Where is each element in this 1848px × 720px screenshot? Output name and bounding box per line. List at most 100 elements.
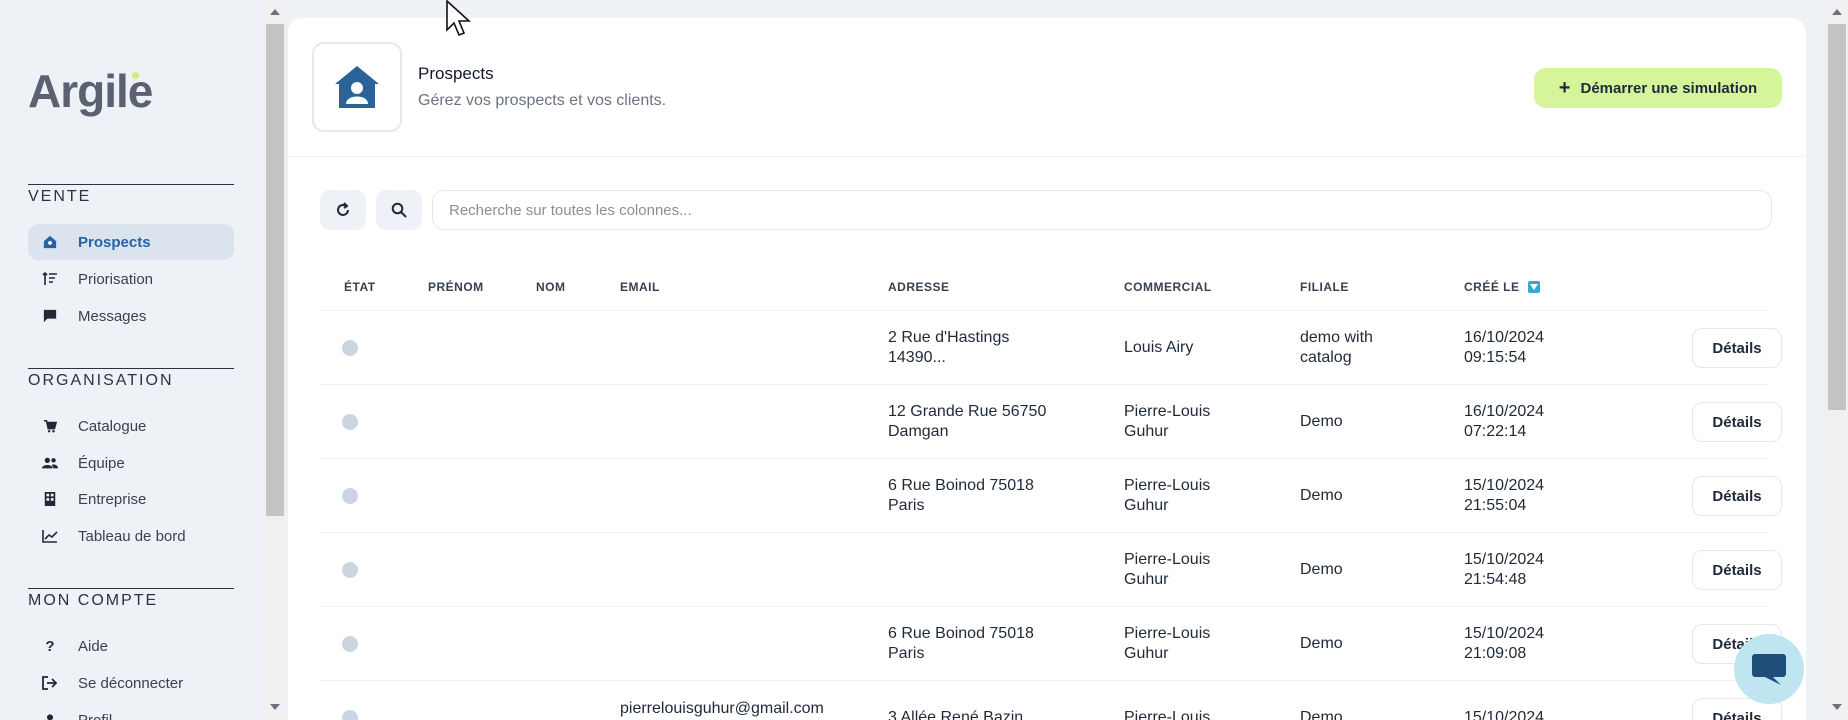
created-cell-line1: 16/10/2024 — [1464, 329, 1545, 346]
sidebar-item-catalogue[interactable]: Catalogue — [28, 408, 234, 444]
home-user-icon — [40, 235, 60, 249]
status-dot — [342, 562, 358, 578]
refresh-icon — [337, 202, 349, 216]
column-header-commercial[interactable]: COMMERCIAL — [1124, 280, 1212, 294]
details-button[interactable]: Détails — [1692, 476, 1782, 516]
scroll-up-arrow-icon[interactable] — [1832, 9, 1842, 15]
sidebar-item-se-deconnecter[interactable]: Se déconnecter — [28, 665, 234, 701]
search-button[interactable] — [376, 190, 422, 230]
commercial-cell-line1: Pierre-Louis — [1124, 625, 1211, 642]
created-cell-line2: 21:55:04 — [1464, 497, 1527, 514]
column-header-nom[interactable]: NOM — [536, 280, 566, 294]
sidebar-item-equipe[interactable]: Équipe — [28, 445, 234, 481]
page-title: Prospects — [418, 64, 494, 83]
plus-icon: + — [1558, 77, 1571, 99]
sidebar-item-prospects[interactable]: Prospects — [28, 224, 234, 260]
scrollbar-thumb[interactable] — [266, 24, 284, 516]
logo-accent-dot — [132, 72, 139, 79]
table-row[interactable]: 12 Grande Rue 56750 Damgan Pierre-Louis Guh… — [320, 384, 1782, 458]
status-dot — [342, 636, 358, 652]
users-icon — [40, 456, 60, 470]
filiale-cell-line1: demo with — [1300, 329, 1373, 346]
filiale-cell-line1: Demo — [1300, 487, 1343, 504]
created-cell-line1: 15/10/2024 — [1464, 709, 1545, 720]
sort-desc-icon[interactable] — [1527, 281, 1540, 293]
column-header-email[interactable]: EMAIL — [620, 280, 660, 294]
address-cell-line1: 12 Grande Rue 56750 — [888, 403, 1047, 420]
search-input[interactable] — [432, 190, 1772, 230]
table-row[interactable]: Pierre-Louis Guhur Demo 15/10/2024 21:54:48 D… — [320, 532, 1782, 606]
cart-icon — [40, 419, 60, 433]
sidebar-item-entreprise[interactable]: Entreprise — [28, 481, 234, 517]
address-cell-line1: 2 Rue d'Hastings — [888, 329, 1010, 346]
sidebar-item-label: Équipe — [78, 454, 125, 472]
section-title-vente: VENTE — [28, 188, 92, 205]
scroll-down-arrow-icon[interactable] — [270, 704, 280, 710]
address-cell-line1: 6 Rue Boinod 75018 — [888, 625, 1034, 642]
table-row[interactable]: 6 Rue Boinod 75018 Paris Pierre-Louis Guhur… — [320, 458, 1782, 532]
page-subtitle: Gérez vos prospects et vos clients. — [418, 92, 667, 109]
status-dot — [342, 710, 358, 720]
table-row[interactable]: pierrelouisguhur@gmail.com 3 Allée René B… — [320, 680, 1782, 720]
address-cell-line2: Damgan — [888, 423, 949, 440]
sidebar-item-label: Prospects — [78, 233, 151, 251]
created-cell-line2: 21:09:08 — [1464, 645, 1527, 662]
commercial-cell-line1: Pierre-Louis — [1124, 477, 1211, 494]
details-button[interactable]: Détails — [1692, 328, 1782, 368]
created-cell-line1: 15/10/2024 — [1464, 551, 1545, 568]
address-cell-line2: 14390... — [888, 349, 946, 366]
column-header-cree-le[interactable]: CRÉÉ LE — [1464, 280, 1540, 294]
address-cell-line2: Paris — [888, 645, 925, 662]
profile-icon — [40, 713, 60, 720]
scroll-up-arrow-icon[interactable] — [270, 9, 280, 15]
status-dot — [342, 488, 358, 504]
chart-line-icon — [40, 529, 60, 543]
status-dot — [342, 414, 358, 430]
created-cell-line1: 16/10/2024 — [1464, 403, 1545, 420]
page-icon — [312, 42, 402, 132]
sidebar-item-aide[interactable]: ? Aide — [28, 628, 234, 664]
details-button[interactable]: Détails — [1692, 402, 1782, 442]
start-simulation-button[interactable]: + Démarrer une simulation — [1534, 68, 1782, 108]
section-divider — [28, 184, 234, 185]
chat-icon — [40, 309, 60, 323]
refresh-button[interactable] — [320, 190, 366, 230]
question-icon: ? — [45, 637, 55, 655]
app-logo[interactable]: Argile — [28, 64, 153, 118]
created-cell-line2: 21:54:48 — [1464, 571, 1527, 588]
section-title-organisation: ORGANISATION — [28, 372, 174, 389]
chat-widget-button[interactable] — [1734, 634, 1804, 704]
table-row[interactable]: 6 Rue Boinod 75018 Paris Pierre-Louis Guhur… — [320, 606, 1782, 680]
column-header-etat[interactable]: ÉTAT — [344, 280, 376, 294]
column-header-adresse[interactable]: ADRESSE — [888, 280, 950, 294]
column-header-filiale[interactable]: FILIALE — [1300, 280, 1349, 294]
scrollbar-thumb[interactable] — [1828, 24, 1846, 410]
details-button[interactable]: Détails — [1692, 550, 1782, 590]
address-cell-line1: 3 Allée René Bazin — [888, 709, 1024, 720]
email-cell: pierrelouisguhur@gmail.com — [620, 700, 824, 717]
filiale-cell-line1: Demo — [1300, 635, 1343, 652]
page-scrollbar[interactable] — [1826, 0, 1848, 720]
scroll-down-arrow-icon[interactable] — [1832, 704, 1842, 710]
filiale-cell-line1: Demo — [1300, 709, 1343, 720]
commercial-cell-line1: Pierre-Louis — [1124, 709, 1211, 720]
sidebar-scrollbar[interactable] — [264, 0, 286, 720]
commercial-cell-line2: Guhur — [1124, 423, 1169, 440]
commercial-cell-line2: Guhur — [1124, 645, 1169, 662]
commercial-cell-line1: Pierre-Louis — [1124, 551, 1211, 568]
sidebar-item-label: Se déconnecter — [78, 674, 184, 692]
filiale-cell-line1: Demo — [1300, 561, 1343, 578]
sort-icon — [40, 272, 60, 286]
address-cell-line2: Paris — [888, 497, 925, 514]
column-header-prenom[interactable]: PRÉNOM — [428, 280, 484, 294]
filiale-cell-line1: Demo — [1300, 413, 1343, 430]
table-row[interactable]: 2 Rue d'Hastings 14390... Louis Airy demo w… — [320, 310, 1782, 384]
sidebar-item-messages[interactable]: Messages — [28, 298, 234, 334]
sidebar-item-profil[interactable]: Profil — [28, 702, 234, 720]
chat-bubble-icon — [1752, 654, 1786, 685]
mouse-cursor-icon — [446, 0, 472, 37]
sidebar-item-tableau-de-bord[interactable]: Tableau de bord — [28, 518, 234, 554]
sidebar-item-priorisation[interactable]: Priorisation — [28, 261, 234, 297]
created-cell-line2: 09:15:54 — [1464, 349, 1527, 366]
status-dot — [342, 340, 358, 356]
